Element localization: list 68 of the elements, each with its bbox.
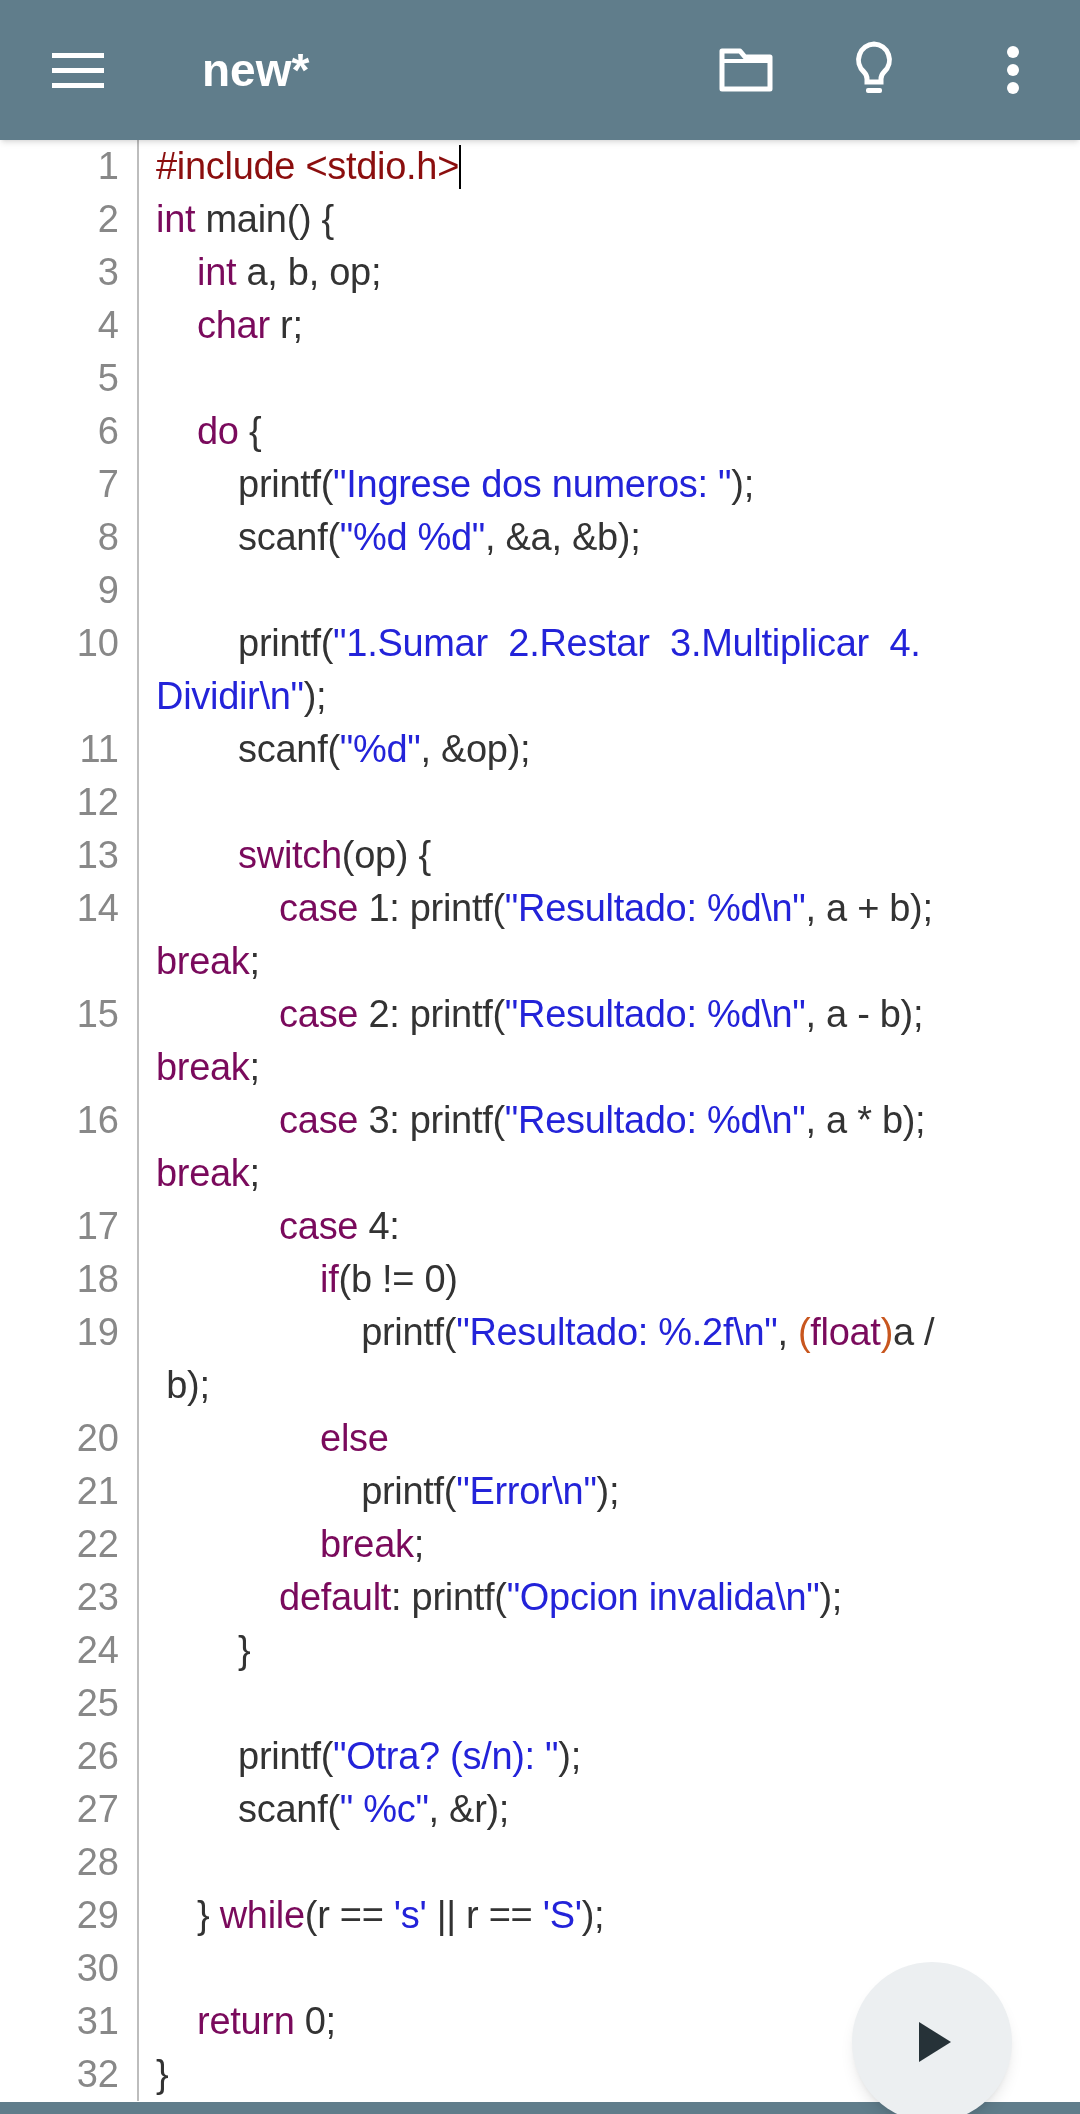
line-number: 24 <box>75 1628 119 1673</box>
line-number: 23 <box>75 1575 119 1620</box>
code-line: case 4: <box>278 1204 400 1249</box>
line-number: 21 <box>75 1469 119 1514</box>
line-number: 20 <box>75 1416 119 1461</box>
line-number: 16 <box>75 1098 119 1143</box>
code-line: printf("Resultado: %.2f\n", (float)a / <box>360 1310 935 1355</box>
code-line: if(b != 0) <box>319 1257 458 1302</box>
line-number: 31 <box>75 1999 119 2044</box>
code-line: break; <box>156 1045 260 1090</box>
line-number: 25 <box>75 1681 119 1726</box>
line-number: 32 <box>75 2052 119 2097</box>
code-line: return 0; <box>196 1999 336 2044</box>
line-number: 6 <box>96 409 119 454</box>
code-line: printf("Otra? (s/n): "); <box>237 1734 581 1779</box>
code-line: break; <box>156 939 260 984</box>
line-number: 30 <box>75 1946 119 1991</box>
line-number: 5 <box>96 356 119 401</box>
play-icon <box>919 2022 951 2062</box>
code-line: Dividir\n"); <box>156 674 327 719</box>
code-line: default: printf("Opcion invalida\n"); <box>278 1575 843 1620</box>
code-line: do { <box>196 409 262 454</box>
code-line: int main() { <box>156 197 334 242</box>
code-line: case 1: printf("Resultado: %d\n", a + b); <box>278 886 933 931</box>
code-line: printf("Error\n"); <box>360 1469 620 1514</box>
code-line: break; <box>156 1151 260 1196</box>
line-number: 1 <box>96 144 119 189</box>
line-number: 22 <box>75 1522 119 1567</box>
file-title: new* <box>202 42 310 98</box>
folder-icon[interactable] <box>718 47 774 93</box>
code-line: case 3: printf("Resultado: %d\n", a * b); <box>278 1098 926 1143</box>
code-line: scanf(" %c", &r); <box>237 1787 510 1832</box>
line-number: 15 <box>75 992 119 1037</box>
code-line: printf("Ingrese dos numeros: "); <box>237 462 754 507</box>
line-number: 4 <box>96 303 119 348</box>
code-line: } <box>237 1628 251 1673</box>
code-line: #include <stdio.h> <box>156 144 460 189</box>
line-number: 3 <box>96 250 119 295</box>
line-number: 13 <box>75 833 119 878</box>
code-line: char r; <box>196 303 303 348</box>
line-number: 8 <box>96 515 119 560</box>
line-number: 7 <box>96 462 119 507</box>
line-number: 14 <box>75 886 119 931</box>
line-number: 19 <box>75 1310 119 1355</box>
code-line: break; <box>319 1522 424 1567</box>
code-line: b); <box>165 1363 210 1408</box>
code-line: } <box>156 2052 169 2097</box>
code-line: else <box>319 1416 389 1461</box>
line-number: 17 <box>75 1204 119 1249</box>
line-number: 26 <box>75 1734 119 1779</box>
line-number: 2 <box>96 197 119 242</box>
code-line: scanf("%d", &op); <box>237 727 531 772</box>
code-line: switch(op) { <box>237 833 431 878</box>
more-options-icon[interactable] <box>1006 45 1020 95</box>
code-line: int a, b, op; <box>196 250 382 295</box>
line-number: 11 <box>78 727 119 772</box>
code-line: printf("1.Sumar 2.Restar 3.Multiplicar 4. <box>237 621 921 666</box>
line-number: 18 <box>75 1257 119 1302</box>
line-number: 9 <box>96 568 119 613</box>
line-number: 27 <box>75 1787 119 1832</box>
line-number: 10 <box>75 621 119 666</box>
line-number: 29 <box>75 1893 119 1938</box>
code-line: case 2: printf("Resultado: %d\n", a - b); <box>278 992 924 1037</box>
code-line: scanf("%d %d", &a, &b); <box>237 515 641 560</box>
line-number: 28 <box>75 1840 119 1885</box>
code-line: } while(r == 's' || r == 'S'); <box>196 1893 605 1938</box>
menu-icon[interactable] <box>52 51 104 89</box>
line-number: 12 <box>75 780 119 825</box>
